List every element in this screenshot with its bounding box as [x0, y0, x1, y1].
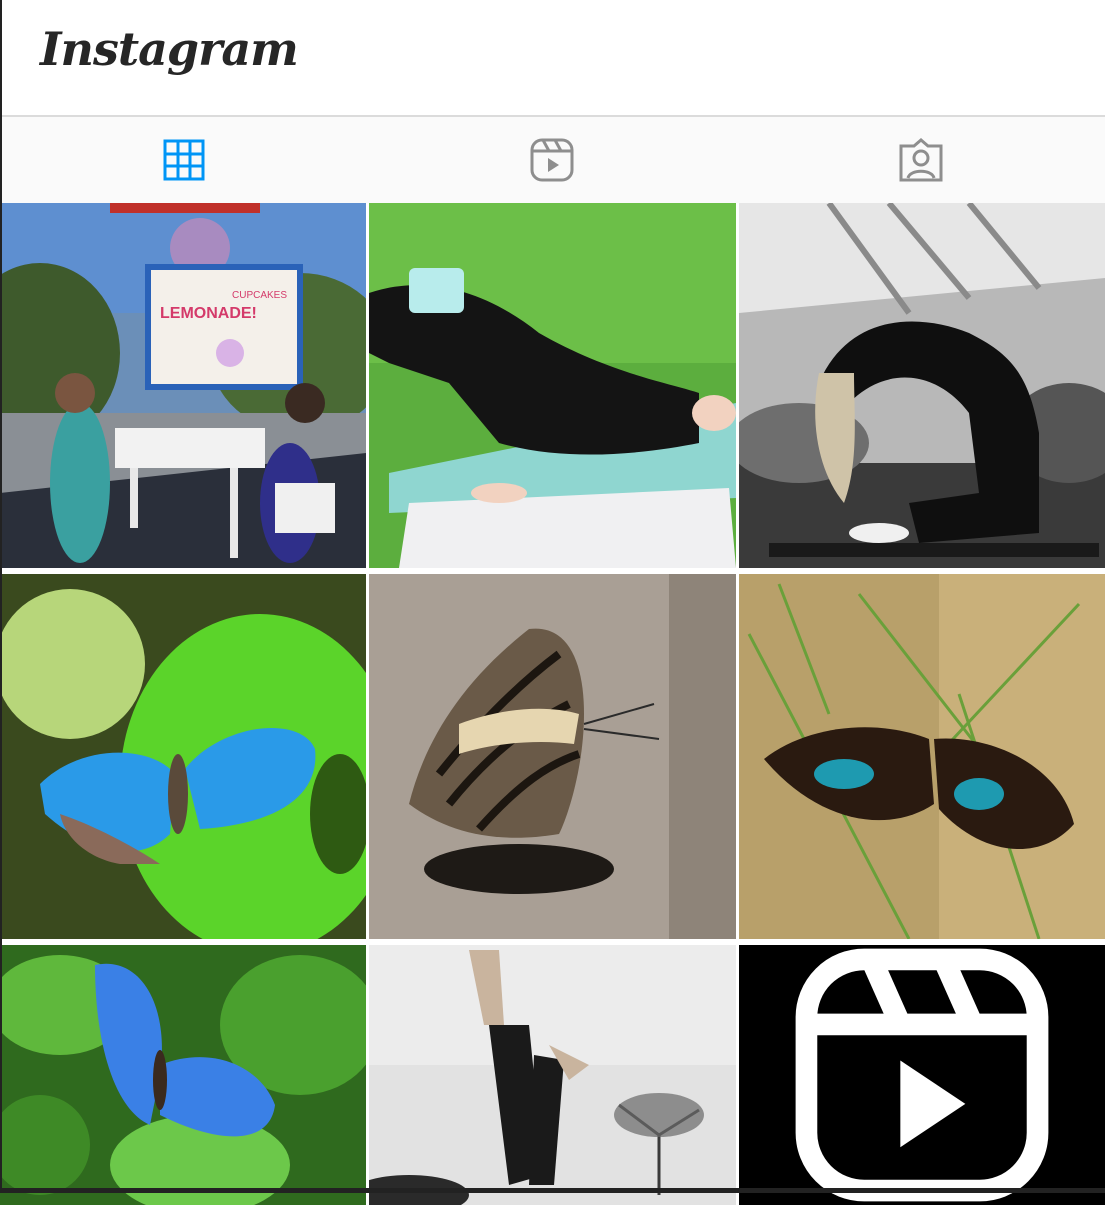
- post-thumbnail[interactable]: [0, 945, 366, 1205]
- post-thumbnail[interactable]: [739, 574, 1105, 939]
- poster-text: LEMONADE!: [160, 305, 257, 322]
- post-thumbnail[interactable]: [739, 945, 1105, 1205]
- svg-text:CUPCAKES: CUPCAKES: [232, 290, 287, 301]
- tab-tagged[interactable]: [737, 117, 1105, 203]
- post-image-lemonade-stand: LEMONADE! CUPCAKES: [0, 203, 366, 568]
- post-image-legs-raised: [369, 945, 736, 1205]
- window-bottom-edge: [0, 1188, 1105, 1193]
- post-thumbnail[interactable]: [0, 574, 366, 939]
- window-edge: [0, 0, 2, 1193]
- post-thumbnail[interactable]: LEMONADE! CUPCAKES: [0, 203, 366, 568]
- post-thumbnail[interactable]: [369, 945, 736, 1205]
- post-thumbnail[interactable]: [739, 203, 1105, 568]
- post-image-butterfly-grass: [739, 574, 1105, 939]
- posts-grid: LEMONADE! CUPCAKES: [0, 203, 1105, 1205]
- app-header: Instagram: [0, 0, 1105, 117]
- post-image-striped-butterfly: [369, 574, 736, 939]
- post-image-blue-butterfly-lilypad: [0, 574, 366, 939]
- instagram-logo[interactable]: Instagram: [40, 22, 299, 76]
- grid-icon: [163, 139, 205, 181]
- reels-icon: [795, 948, 1049, 1202]
- post-image-yoga-bridge: [369, 203, 736, 568]
- profile-tabs: [0, 117, 1105, 203]
- post-thumbnail[interactable]: [369, 574, 736, 939]
- post-image-blue-butterfly-leaves: [0, 945, 366, 1205]
- tab-reels[interactable]: [368, 117, 736, 203]
- tab-posts[interactable]: [0, 117, 368, 203]
- tagged-icon: [899, 138, 943, 182]
- reels-icon: [530, 138, 574, 182]
- post-image-pilates: [739, 203, 1105, 568]
- post-thumbnail[interactable]: [369, 203, 736, 568]
